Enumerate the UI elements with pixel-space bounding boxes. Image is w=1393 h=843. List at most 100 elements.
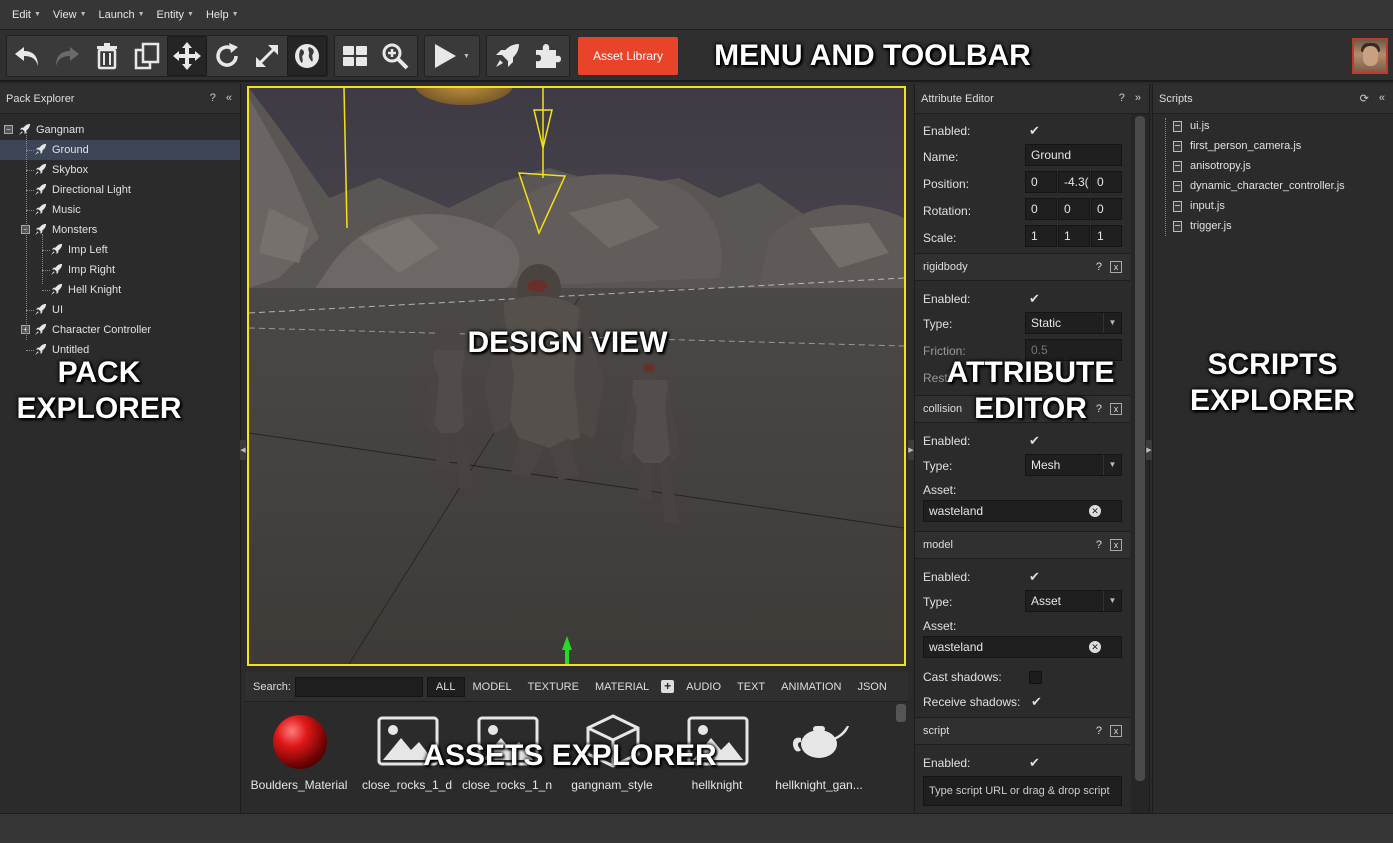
filter-text[interactable]: TEXT (729, 678, 773, 696)
position-y-field[interactable]: -4.3( (1058, 171, 1090, 193)
help-icon[interactable]: ? (1096, 261, 1102, 273)
menu-view[interactable]: View ▼ (47, 9, 93, 21)
script-url-input[interactable]: Type script URL or drag & drop script (923, 776, 1122, 806)
attr-scrollbar-track[interactable] (1131, 114, 1149, 813)
position-x-field[interactable]: 0 (1025, 171, 1057, 193)
help-icon[interactable]: ? (1119, 92, 1125, 104)
assets-scrollbar[interactable] (896, 704, 906, 722)
collapse-left-icon[interactable]: « (226, 92, 232, 104)
undo-button[interactable] (7, 36, 47, 76)
close-icon[interactable]: x (1110, 261, 1122, 273)
focus-button[interactable] (375, 36, 415, 76)
plus-icon[interactable]: + (661, 680, 675, 693)
tree-item[interactable]: Skybox (0, 160, 240, 180)
script-file-item[interactable]: input.js (1173, 200, 1225, 212)
attr-scrollbar-thumb[interactable] (1135, 116, 1145, 781)
asset-tile[interactable]: Boulders_Material (247, 702, 351, 807)
help-icon[interactable]: ? (210, 92, 216, 104)
entity-enabled-checkbox[interactable] (1029, 123, 1042, 139)
publish-button[interactable] (487, 36, 527, 76)
script-file-item[interactable]: anisotropy.js (1173, 160, 1251, 172)
filter-all[interactable]: ALL (426, 676, 465, 697)
expand-right-icon[interactable]: » (1135, 92, 1141, 104)
menu-entity[interactable]: Entity ▼ (151, 9, 200, 21)
model-type-select[interactable]: Asset ▼ (1025, 590, 1122, 612)
entity-name-field[interactable]: Ground (1025, 144, 1122, 166)
tree-item[interactable]: − Monsters (0, 220, 240, 240)
script-file-item[interactable]: dynamic_character_controller.js (1173, 180, 1345, 192)
scale-z-field[interactable]: 1 (1091, 225, 1122, 247)
rotation-x-field[interactable]: 0 (1025, 198, 1057, 220)
delete-button[interactable] (87, 36, 127, 76)
model-component-header[interactable]: model ? x (915, 531, 1130, 559)
design-viewport[interactable] (247, 86, 906, 666)
redo-button[interactable] (47, 36, 87, 76)
rigidbody-component-header[interactable]: rigidbody ? x (915, 253, 1130, 281)
rotate-button[interactable] (207, 36, 247, 76)
help-icon[interactable]: ? (1096, 725, 1102, 737)
menu-help[interactable]: Help ▼ (200, 9, 245, 21)
menu-launch[interactable]: Launch ▼ (93, 9, 151, 21)
rotation-y-field[interactable]: 0 (1058, 198, 1090, 220)
rigidbody-enabled-checkbox[interactable] (1029, 291, 1042, 307)
tree-item[interactable]: Ground (0, 140, 240, 160)
overlay-pack-explorer: PACK EXPLORER (16, 356, 182, 425)
filter-json[interactable]: JSON (849, 678, 894, 696)
tree-item[interactable]: + Character Controller (0, 320, 240, 340)
play-button[interactable] (425, 36, 463, 76)
collision-asset-field[interactable]: wasteland ✕ (923, 500, 1122, 522)
filter-audio[interactable]: AUDIO (678, 678, 729, 696)
filter-model[interactable]: MODEL (465, 678, 520, 696)
rotation-z-field[interactable]: 0 (1091, 198, 1122, 220)
model-enabled-checkbox[interactable] (1029, 569, 1042, 585)
close-icon[interactable]: x (1110, 725, 1122, 737)
close-icon[interactable]: x (1110, 539, 1122, 551)
translate-button[interactable] (167, 36, 207, 76)
world-space-button[interactable] (287, 36, 327, 76)
duplicate-button[interactable] (127, 36, 167, 76)
caret-down-icon[interactable]: ▼ (463, 53, 470, 60)
refresh-icon[interactable]: ⟳ (1360, 92, 1369, 105)
tree-item[interactable]: Imp Right (0, 260, 240, 280)
script-file-item[interactable]: trigger.js (1173, 220, 1232, 232)
tree-item[interactable]: Music (0, 200, 240, 220)
help-icon[interactable]: ? (1096, 539, 1102, 551)
filter-material[interactable]: MATERIAL (587, 678, 657, 696)
receive-shadows-checkbox[interactable] (1031, 694, 1044, 710)
asset-tile[interactable]: hellknight_gan... (767, 702, 871, 807)
tree-item[interactable]: Hell Knight (0, 280, 240, 300)
assets-search-input[interactable] (294, 676, 423, 697)
tree-item[interactable]: Directional Light (0, 180, 240, 200)
script-file-item[interactable]: first_person_camera.js (1173, 140, 1301, 152)
user-avatar[interactable] (1352, 38, 1388, 74)
cast-shadows-checkbox[interactable] (1029, 671, 1042, 684)
filter-texture[interactable]: TEXTURE (520, 678, 587, 696)
collapse-icon[interactable]: − (4, 125, 13, 134)
filter-animation[interactable]: ANIMATION (773, 678, 849, 696)
collision-type-select[interactable]: Mesh ▼ (1025, 454, 1122, 476)
model-asset-field[interactable]: wasteland ✕ (923, 636, 1122, 658)
scale-y-field[interactable]: 1 (1058, 225, 1090, 247)
clear-icon[interactable]: ✕ (1089, 641, 1101, 653)
tree-item[interactable]: − Gangnam (0, 120, 240, 140)
rotation-label: Rotation: (923, 204, 972, 218)
plugins-button[interactable] (527, 36, 567, 76)
asset-library-button[interactable]: Asset Library (578, 37, 678, 75)
clear-icon[interactable]: ✕ (1089, 505, 1101, 517)
scale-x-field[interactable]: 1 (1025, 225, 1057, 247)
rigidbody-type-select[interactable]: Static ▼ (1025, 312, 1122, 334)
menu-edit[interactable]: Edit ▼ (6, 9, 47, 21)
tree-item[interactable]: Imp Left (0, 240, 240, 260)
script-component-header[interactable]: script ? x (915, 717, 1130, 745)
scale-button[interactable] (247, 36, 287, 76)
menu-view-label: View (52, 8, 77, 21)
position-z-field[interactable]: 0 (1091, 171, 1122, 193)
pack-explorer-collapse-handle[interactable]: ◀ (240, 440, 246, 460)
script-enabled-checkbox[interactable] (1029, 755, 1042, 771)
collapse-left-icon[interactable]: « (1379, 92, 1385, 105)
model-type-label: Type: (923, 595, 953, 609)
layout-button[interactable] (335, 36, 375, 76)
script-file-item[interactable]: ui.js (1173, 120, 1210, 132)
collision-enabled-checkbox[interactable] (1029, 433, 1042, 449)
tree-item[interactable]: UI (0, 300, 240, 320)
